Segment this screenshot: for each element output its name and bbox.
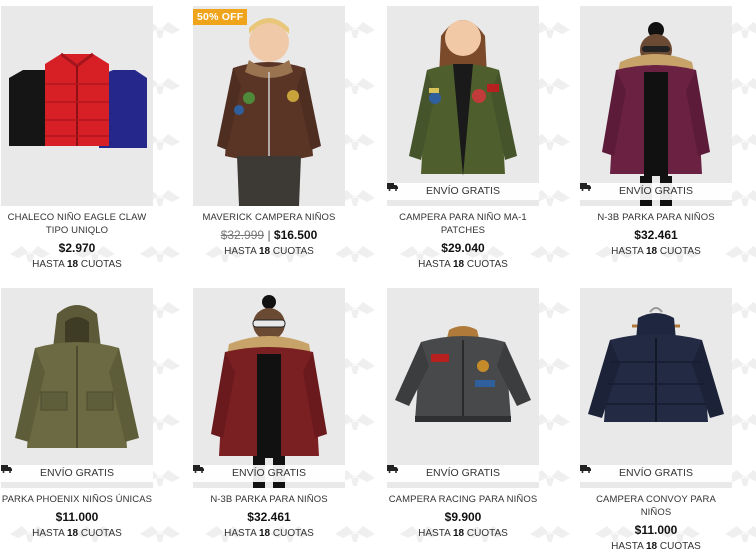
installments-suffix: CUOTAS	[659, 541, 701, 552]
installments-count: 18	[66, 259, 79, 270]
product-image[interactable]	[1, 6, 153, 206]
product-image[interactable]: ENVÍO GRATIS	[580, 288, 732, 488]
installments-suffix: CUOTAS	[80, 528, 122, 539]
installments-text: HASTA 18 CUOTAS	[580, 541, 732, 552]
product-card[interactable]: ENVÍO GRATIS CAMPERA RACING PARA NIÑOS $…	[387, 288, 539, 539]
product-name[interactable]: CAMPERA PARA NIÑO MA-1 PATCHES	[387, 211, 539, 237]
free-shipping-banner: ENVÍO GRATIS	[580, 465, 732, 482]
shipping-label: ENVÍO GRATIS	[426, 467, 500, 479]
price-separator: |	[267, 228, 271, 242]
product-image[interactable]: ENVÍO GRATIS	[1, 288, 153, 488]
product-image[interactable]: 50% OFF	[193, 6, 345, 206]
installments-count: 18	[452, 528, 465, 539]
installments-prefix: HASTA	[32, 528, 65, 539]
installments-prefix: HASTA	[611, 541, 644, 552]
installments-text: HASTA 18 CUOTAS	[387, 528, 539, 539]
installments-count: 18	[645, 541, 658, 552]
free-shipping-banner: ENVÍO GRATIS	[1, 465, 153, 482]
product-card[interactable]: ENVÍO GRATIS N-3B PARKA PARA NIÑOS $32.4…	[580, 6, 732, 257]
truck-icon	[193, 465, 204, 473]
product-card[interactable]: ENVÍO GRATIS N-3B PARKA PARA NIÑOS $32.4…	[193, 288, 345, 539]
free-shipping-banner: ENVÍO GRATIS	[193, 465, 345, 482]
n3b-parka-kid-illustration	[602, 22, 710, 206]
installments-text: HASTA 18 CUOTAS	[1, 259, 153, 270]
convoy-jacket-illustration	[588, 307, 724, 422]
product-card[interactable]: ENVÍO GRATIS CAMPERA CONVOY PARA NIÑOS $…	[580, 288, 732, 552]
product-image[interactable]: ENVÍO GRATIS	[580, 6, 732, 206]
truck-icon	[1, 465, 12, 473]
installments-suffix: CUOTAS	[466, 259, 508, 270]
free-shipping-banner: ENVÍO GRATIS	[387, 183, 539, 200]
installments-text: HASTA 18 CUOTAS	[1, 528, 153, 539]
installments-suffix: CUOTAS	[466, 528, 508, 539]
product-card[interactable]: 50% OFF MAVERICK CAMPERA NIÑOS $32.999 |…	[193, 6, 345, 257]
product-name[interactable]: N-3B PARKA PARA NIÑOS	[580, 211, 732, 224]
installments-count: 18	[645, 246, 658, 257]
sale-price: $16.500	[273, 228, 318, 242]
product-grid: CHALECO NIÑO EAGLE CLAW TIPO UNIQLO $2.9…	[0, 0, 756, 552]
installments-text: HASTA 18 CUOTAS	[387, 259, 539, 270]
shipping-label: ENVÍO GRATIS	[40, 467, 114, 479]
installments-suffix: CUOTAS	[272, 528, 314, 539]
discount-badge: 50% OFF	[193, 9, 248, 25]
free-shipping-banner: ENVÍO GRATIS	[387, 465, 539, 482]
installments-count: 18	[258, 246, 271, 257]
product-price: $9.900	[444, 510, 482, 524]
installments-text: HASTA 18 CUOTAS	[193, 528, 345, 539]
n3b-parka-maroon-kid-illustration	[211, 295, 327, 488]
installments-suffix: CUOTAS	[272, 246, 314, 257]
product-price: $2.970	[58, 241, 96, 255]
vests-illustration	[9, 52, 147, 148]
product-name[interactable]: CHALECO NIÑO EAGLE CLAW TIPO UNIQLO	[1, 211, 153, 237]
racing-jacket-illustration	[395, 326, 531, 422]
shipping-label: ENVÍO GRATIS	[426, 185, 500, 197]
product-name[interactable]: MAVERICK CAMPERA NIÑOS	[193, 211, 345, 224]
installments-suffix: CUOTAS	[80, 259, 122, 270]
shipping-label: ENVÍO GRATIS	[619, 185, 693, 197]
installments-prefix: HASTA	[224, 528, 257, 539]
product-name[interactable]: CAMPERA RACING PARA NIÑOS	[387, 493, 539, 506]
free-shipping-banner: ENVÍO GRATIS	[580, 183, 732, 200]
truck-icon	[580, 465, 591, 473]
truck-icon	[387, 465, 398, 473]
product-name[interactable]: PARKA PHOENIX NIÑOS ÚNICAS	[1, 493, 153, 506]
installments-text: HASTA 18 CUOTAS	[193, 246, 345, 257]
installments-prefix: HASTA	[32, 259, 65, 270]
shipping-label: ENVÍO GRATIS	[232, 467, 306, 479]
bomber-jacket-kid-illustration	[217, 18, 321, 206]
installments-prefix: HASTA	[611, 246, 644, 257]
product-card[interactable]: ENVÍO GRATIS CAMPERA PARA NIÑO MA-1 PATC…	[387, 6, 539, 270]
product-price: $29.040	[441, 241, 485, 255]
truck-icon	[580, 183, 591, 191]
installments-text: HASTA 18 CUOTAS	[580, 246, 732, 257]
product-image[interactable]: ENVÍO GRATIS	[193, 288, 345, 488]
installments-suffix: CUOTAS	[659, 246, 701, 257]
installments-prefix: HASTA	[418, 259, 451, 270]
installments-count: 18	[452, 259, 465, 270]
product-price: $32.999 | $16.500	[193, 228, 345, 242]
product-price: $11.000	[634, 523, 678, 537]
shipping-label: ENVÍO GRATIS	[619, 467, 693, 479]
installments-prefix: HASTA	[224, 246, 257, 257]
installments-count: 18	[66, 528, 79, 539]
product-card[interactable]: CHALECO NIÑO EAGLE CLAW TIPO UNIQLO $2.9…	[1, 6, 153, 270]
product-name[interactable]: N-3B PARKA PARA NIÑOS	[193, 493, 345, 506]
product-image[interactable]: ENVÍO GRATIS	[387, 288, 539, 488]
old-price: $32.999	[220, 228, 265, 242]
truck-icon	[387, 183, 398, 191]
ma1-jacket-girl-illustration	[409, 20, 517, 176]
installments-prefix: HASTA	[418, 528, 451, 539]
phoenix-parka-illustration	[15, 305, 139, 448]
product-price: $11.000	[55, 510, 99, 524]
product-card[interactable]: ENVÍO GRATIS PARKA PHOENIX NIÑOS ÚNICAS …	[1, 288, 153, 539]
product-price: $32.461	[634, 228, 678, 242]
product-price: $32.461	[247, 510, 291, 524]
product-image[interactable]: ENVÍO GRATIS	[387, 6, 539, 206]
product-name[interactable]: CAMPERA CONVOY PARA NIÑOS	[580, 493, 732, 519]
installments-count: 18	[258, 528, 271, 539]
